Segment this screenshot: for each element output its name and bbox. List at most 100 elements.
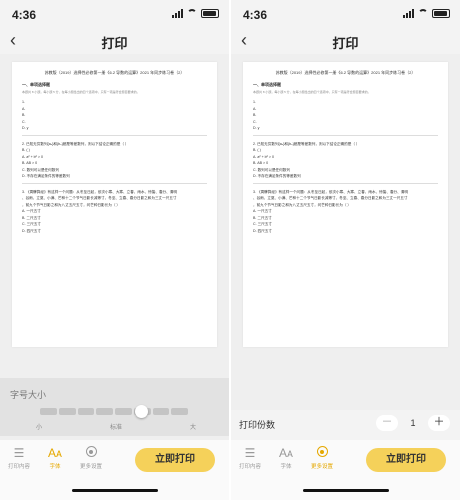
doc-section: 一、单项选择题 — [22, 82, 50, 87]
tab-more-settings[interactable]: 更多设置 — [76, 446, 106, 470]
doc-line: A. 一尺五寸 — [22, 209, 41, 213]
font-size-slider[interactable] — [40, 408, 188, 415]
status-time: 4:36 — [243, 8, 268, 22]
tab-label: 打印内容 — [7, 464, 30, 470]
doc-line: 、谷雨、立夏、小满、芒种十二个节气日影长减等寸，冬至、立春、春分日影之和为三丈一… — [253, 196, 408, 200]
doc-line: 、谷雨、立夏、小满、芒种十二个节气日影长减等寸，冬至、立春、春分日影之和为三丈一… — [22, 196, 177, 200]
tab-font[interactable]: Aᴀ 字体 — [40, 446, 70, 470]
wifi-icon — [418, 9, 428, 17]
document-preview: 苏教版（2019）选择性必修第一册《6.2 导数的运算》2021 年同步练习卷（… — [243, 62, 448, 347]
doc-line: 1. — [253, 100, 256, 104]
print-now-button[interactable]: 立即打印 — [366, 448, 446, 472]
font-size-panel: 字号大小 小 标准 大 — [0, 378, 229, 436]
doc-line: D. 不存在满足条件的等差数列 — [253, 174, 301, 178]
doc-note: 本题共 8 小题，每小题 5 分，在每小题给出的四个选项中，只有一项是符合题目要… — [253, 90, 371, 94]
tab-label: 打印内容 — [238, 464, 261, 470]
document-preview: 苏教版（2019）选择性必修第一册《6.2 导数的运算》2021 年同步练习卷（… — [12, 62, 217, 347]
doc-line: A. 一尺五寸 — [253, 209, 272, 213]
doc-divider — [22, 134, 207, 136]
doc-section: 一、单项选择题 — [253, 82, 281, 87]
status-bar: 4:36 — [231, 0, 460, 28]
doc-line: B. 二尺五寸 — [22, 215, 41, 220]
doc-line: D. 四尺五寸 — [253, 228, 272, 233]
status-icons — [172, 8, 219, 18]
doc-line: A. a² + b² > 0 — [22, 154, 43, 159]
plus-button[interactable]: ＋ — [428, 415, 450, 431]
doc-line: D. 四尺五寸 — [22, 228, 41, 233]
copies-stepper: － 1 ＋ — [376, 415, 450, 431]
tab-label: 更多设置 — [79, 464, 102, 470]
doc-line: B. ( ) — [22, 148, 30, 152]
doc-line: ，前九个节气日影之和为八丈五尺五寸，问芒种日影长为（ ） — [22, 202, 121, 207]
minus-button[interactable]: － — [376, 415, 398, 431]
doc-line: B. AB > 0 — [22, 161, 38, 165]
home-indicator — [72, 489, 158, 492]
right-phone-screen: 4:36 ‹ 打印 苏教版（2019）选择性必修第一册《6.2 导数的运算》20… — [231, 0, 460, 500]
doc-line: B. — [22, 113, 26, 117]
doc-line: B. ( ) — [253, 148, 261, 152]
doc-line: B. — [253, 113, 257, 117]
tab-label: 更多设置 — [310, 464, 333, 470]
doc-line: D. y — [253, 126, 260, 130]
doc-line: 1. — [22, 100, 25, 104]
tab-print-content[interactable]: ☰ 打印内容 — [4, 446, 34, 470]
page-title: 打印 — [332, 36, 359, 51]
doc-line: A. — [22, 106, 26, 111]
signal-icon — [172, 8, 183, 18]
font-size-ticks: 小 标准 大 — [36, 422, 196, 431]
tab-more-settings[interactable]: 更多设置 — [307, 446, 337, 470]
home-indicator — [303, 489, 389, 492]
nav-bar: ‹ 打印 — [231, 28, 460, 54]
doc-line: C. 数列可以是任何数列 — [22, 167, 59, 172]
copies-panel: 打印份数 － 1 ＋ — [231, 410, 460, 440]
print-now-button[interactable]: 立即打印 — [135, 448, 215, 472]
status-time: 4:36 — [12, 8, 37, 22]
tab-print-content[interactable]: ☰ 打印内容 — [235, 446, 265, 470]
font-icon: Aᴀ — [48, 446, 62, 460]
battery-icon — [432, 8, 450, 18]
gear-icon — [316, 446, 328, 457]
doc-line: A. a² + b² > 0 — [253, 154, 274, 159]
font-size-label: 字号大小 — [10, 390, 47, 400]
doc-note: 本题共 8 小题，每小题 5 分，在每小题给出的四个选项中，只有一项是符合题目要… — [22, 90, 140, 94]
page-title: 打印 — [101, 36, 128, 51]
list-icon: ☰ — [13, 446, 25, 460]
nav-bar: ‹ 打印 — [0, 28, 229, 54]
font-icon: Aᴀ — [279, 446, 293, 460]
doc-title: 苏教版（2019）选择性必修第一册《6.2 导数的运算》2021 年同步练习卷（… — [44, 70, 185, 75]
doc-line: B. AB > 0 — [253, 161, 269, 165]
doc-line: 3. 《周髀算经》有这样一个问题：从冬至日起，依次小寒、大寒、立春、雨水、惊蛰、… — [253, 189, 408, 194]
battery-icon — [201, 8, 219, 18]
doc-line: 3. 《周髀算经》有这样一个问题：从冬至日起，依次小寒、大寒、立春、雨水、惊蛰、… — [22, 189, 177, 194]
gear-icon — [85, 446, 97, 457]
font-size-slider-handle[interactable] — [134, 405, 148, 418]
status-bar: 4:36 — [0, 0, 229, 28]
tab-label: 字体 — [49, 464, 61, 470]
wifi-icon — [187, 9, 197, 17]
left-phone-screen: 4:36 ‹ 打印 苏教版（2019）选择性必修第一册《6.2 导数的运算》20… — [0, 0, 229, 500]
tick-large: 大 — [189, 425, 196, 431]
tab-font[interactable]: Aᴀ 字体 — [271, 446, 301, 470]
status-icons — [403, 8, 450, 18]
doc-line: C. 数列可以是任何数列 — [253, 167, 290, 172]
doc-line: 2. 已知无穷数列{aₙ}和{bₙ}都是等差数列，则以下结论正确的是（ ） — [22, 141, 129, 146]
doc-divider — [253, 134, 438, 136]
tick-small: 小 — [36, 425, 43, 431]
copies-value: 1 — [410, 418, 416, 428]
doc-line: D. y — [22, 126, 29, 130]
doc-line: 2. 已知无穷数列{aₙ}和{bₙ}都是等差数列，则以下结论正确的是（ ） — [253, 141, 360, 146]
doc-line: C. — [253, 119, 257, 124]
signal-icon — [403, 8, 414, 18]
doc-line: C. 三尺五寸 — [253, 222, 272, 226]
doc-line: D. 不存在满足条件的等差数列 — [22, 174, 70, 178]
doc-divider — [22, 182, 207, 184]
doc-line: C. — [22, 119, 26, 124]
doc-line: A. — [253, 106, 257, 111]
tab-label: 字体 — [280, 464, 292, 470]
doc-line: B. 二尺五寸 — [253, 215, 272, 220]
doc-line: C. 三尺五寸 — [22, 222, 41, 226]
tick-standard: 标准 — [109, 425, 122, 431]
doc-divider — [253, 182, 438, 184]
copies-label: 打印份数 — [239, 420, 276, 430]
list-icon: ☰ — [244, 446, 256, 460]
